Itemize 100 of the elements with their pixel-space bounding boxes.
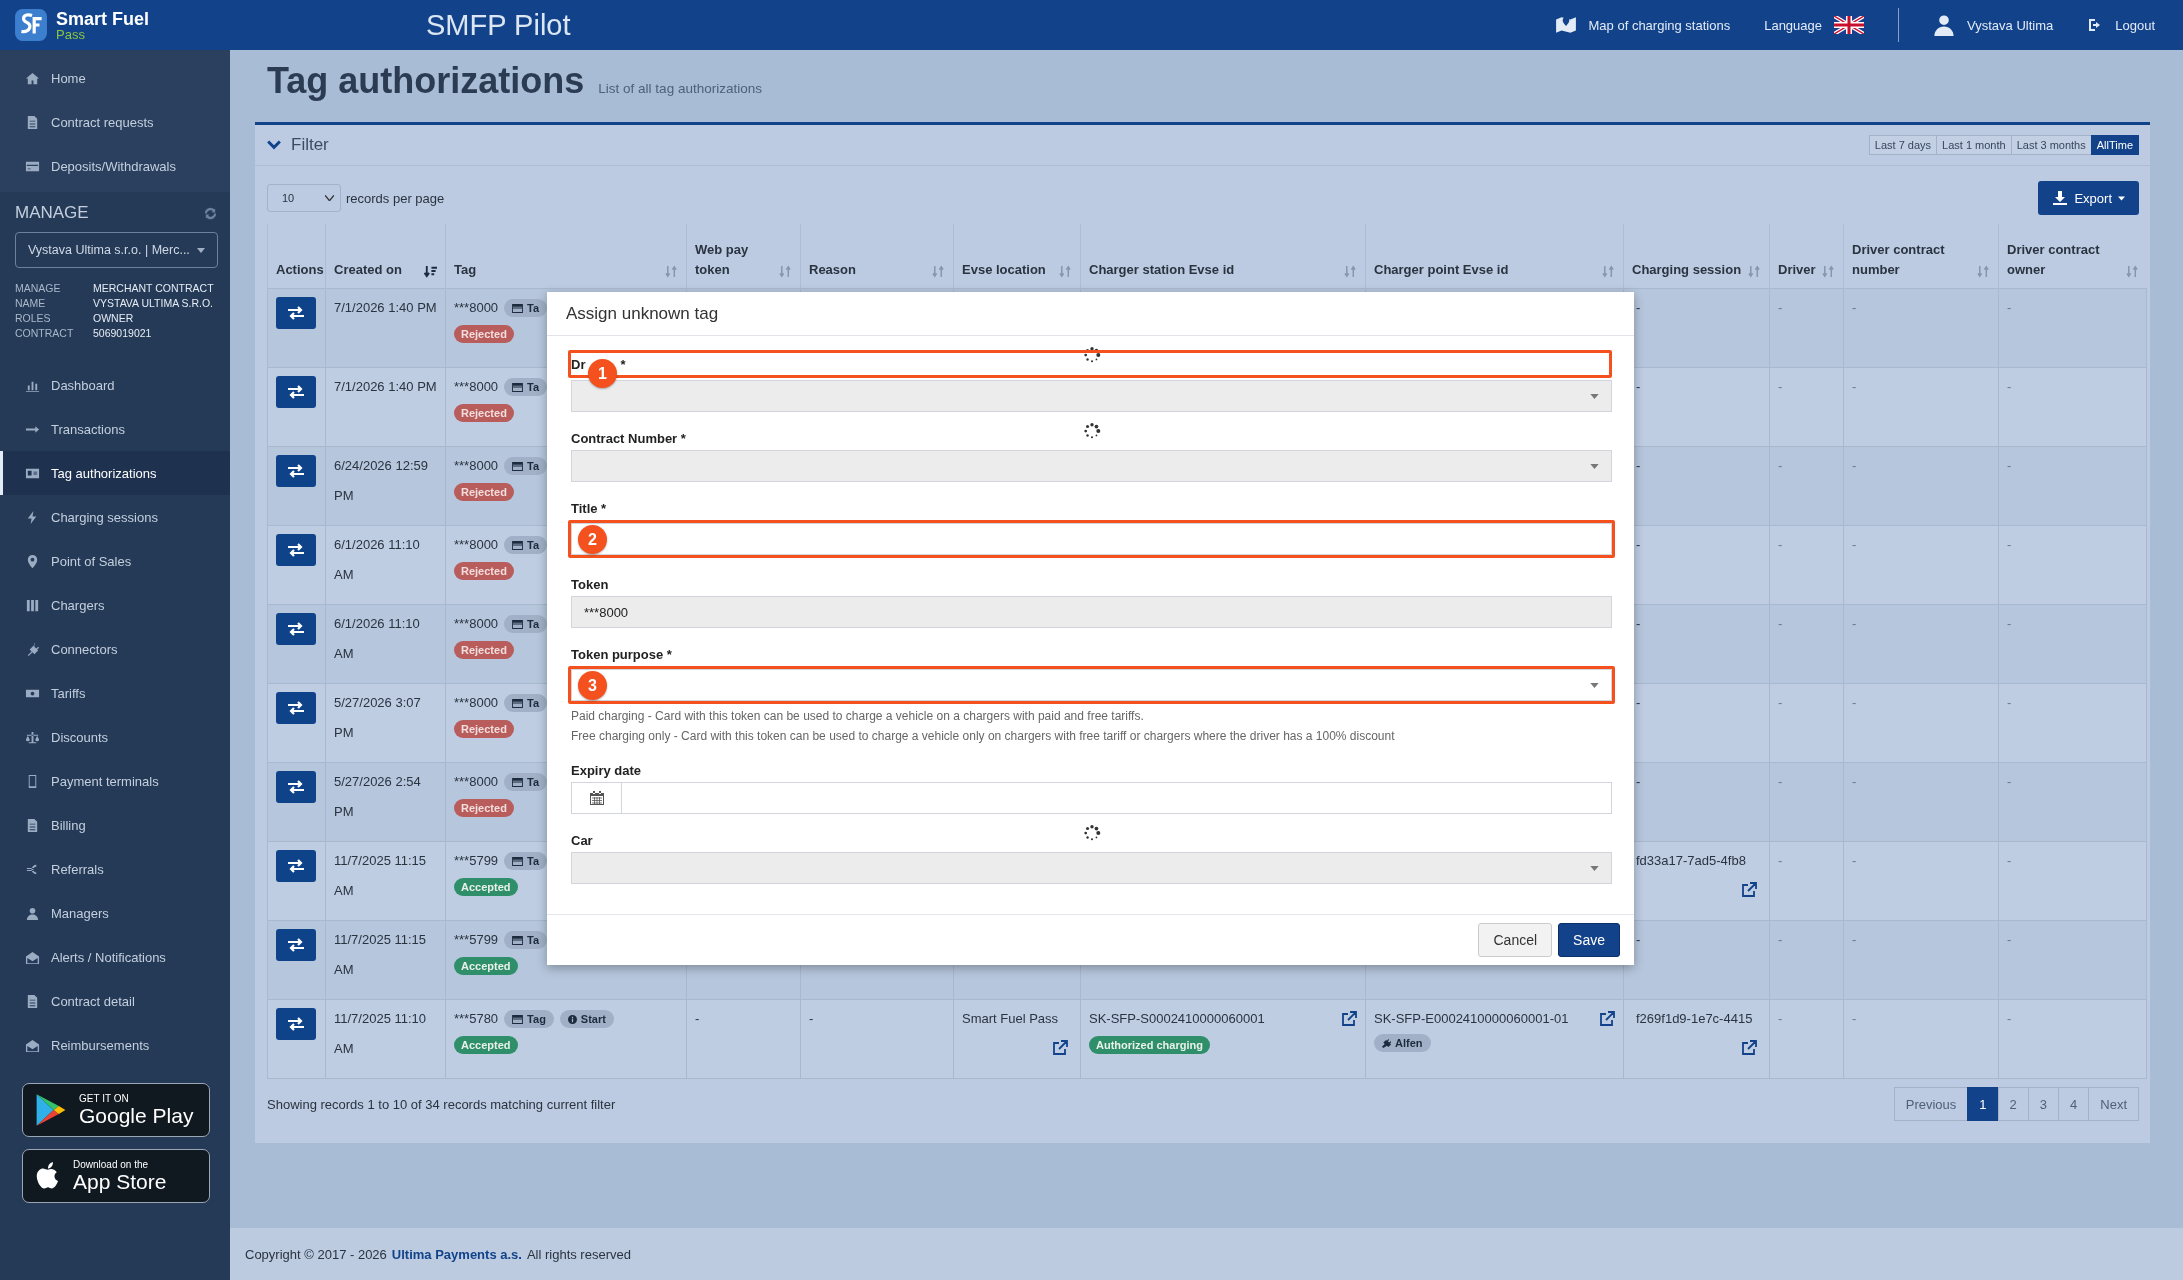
- location-pin-icon: [25, 553, 40, 569]
- plug-icon: [25, 641, 40, 657]
- rights-text: All rights reserved: [526, 1246, 631, 1262]
- sidebar-item[interactable]: Connectors: [0, 627, 230, 671]
- swap-button[interactable]: [276, 850, 316, 882]
- range-button[interactable]: Last 3 months: [2010, 135, 2092, 155]
- logo-icon: [14, 8, 48, 42]
- range-button[interactable]: Last 7 days: [1868, 135, 1938, 155]
- sidebar-item[interactable]: Point of Sales: [0, 539, 230, 583]
- sidebar-item[interactable]: Home: [0, 56, 230, 100]
- tag-number: ***8000: [454, 378, 499, 396]
- table-cell-text: -: [1852, 457, 1858, 475]
- card-icon: [512, 698, 524, 708]
- pagination-button[interactable]: Next: [2088, 1087, 2139, 1121]
- date-field[interactable]: [621, 782, 1612, 814]
- swap-button[interactable]: [276, 455, 316, 487]
- map-link[interactable]: Map of charging stations: [1554, 14, 1731, 36]
- sidebar-item[interactable]: Billing: [0, 803, 230, 847]
- date-text: 11/7/2025 11:15 AM: [334, 852, 428, 900]
- sidebar-item[interactable]: Managers: [0, 891, 230, 935]
- swap-icon: [286, 858, 306, 874]
- filter-toggle[interactable]: Filter: [267, 135, 329, 155]
- swap-button[interactable]: [276, 297, 316, 329]
- tag-number: ***8000: [454, 299, 499, 317]
- save-button[interactable]: Save: [1558, 923, 1620, 957]
- table-cell-text: -: [1852, 694, 1858, 712]
- external-link-icon[interactable]: [1052, 1040, 1068, 1056]
- page-size-label: records per page: [346, 190, 445, 206]
- tag-number: ***5780: [454, 1010, 499, 1028]
- sidebar-item[interactable]: Deposits/Withdrawals: [0, 144, 230, 188]
- cancel-button[interactable]: Cancel: [1478, 923, 1553, 957]
- swap-button[interactable]: [276, 613, 316, 645]
- sidebar-item[interactable]: Discounts: [0, 715, 230, 759]
- sidebar-item[interactable]: Chargers: [0, 583, 230, 627]
- flag-icon: [1834, 16, 1864, 34]
- swap-button[interactable]: [276, 771, 316, 803]
- range-button[interactable]: AllTime: [2090, 135, 2139, 155]
- sidebar-item[interactable]: Referrals: [0, 847, 230, 891]
- refresh-icon[interactable]: [203, 205, 218, 221]
- swap-icon: [286, 700, 306, 716]
- sidebar-item[interactable]: Tag authorizations: [0, 451, 230, 495]
- page-size-select[interactable]: 10: [267, 184, 341, 212]
- logout-link[interactable]: Logout: [2087, 17, 2155, 33]
- pagination-button[interactable]: Previous: [1893, 1087, 1969, 1121]
- pagination-button[interactable]: 1: [1967, 1087, 1999, 1121]
- external-link-icon[interactable]: [1741, 1040, 1757, 1056]
- sidebar-item[interactable]: Reimbursements: [0, 1023, 230, 1067]
- sidebar-item[interactable]: Contract detail: [0, 979, 230, 1023]
- table-cell-text: -: [1852, 1010, 1858, 1028]
- section-title: MANAGE: [15, 203, 89, 223]
- swap-button[interactable]: [276, 929, 316, 961]
- tag-chip: Ta: [504, 615, 548, 633]
- station-id: SK-SFP-S0002410000060001: [1089, 1010, 1265, 1028]
- pagination-button[interactable]: 4: [2058, 1087, 2090, 1121]
- table-cell-text: -: [1778, 536, 1784, 554]
- info-label: MANAGE: [15, 282, 62, 294]
- external-link-icon[interactable]: [1341, 1011, 1357, 1027]
- table-cell-text: -: [2007, 536, 2013, 554]
- pagination-button[interactable]: 3: [2027, 1087, 2060, 1121]
- swap-button[interactable]: [276, 376, 316, 408]
- table-cell-text: -: [2007, 694, 2013, 712]
- range-button[interactable]: Last 1 month: [1936, 135, 2012, 155]
- info-value: VYSTAVA ULTIMA S.R.O.: [93, 297, 214, 309]
- external-link-icon[interactable]: [1599, 1011, 1615, 1027]
- copyright-text: Copyright © 2017 - 2026: [245, 1246, 387, 1262]
- swap-button[interactable]: [276, 692, 316, 724]
- table-cell-text: -: [2007, 931, 2013, 949]
- table-cell-text: -: [2007, 299, 2013, 317]
- store-caption: GET IT ON: [79, 1092, 130, 1104]
- app-store-badge[interactable]: Download on the App Store: [22, 1149, 210, 1203]
- table-cell-text: -: [1852, 615, 1858, 633]
- contract-select[interactable]: Vystava Ultima s.r.o. | Merc...: [15, 232, 218, 268]
- store-name: App Store: [73, 1169, 167, 1194]
- tag-number: ***8000: [454, 694, 499, 712]
- sidebar-item[interactable]: Tariffs: [0, 671, 230, 715]
- calendar-icon: [588, 790, 605, 806]
- sidebar-item[interactable]: Transactions: [0, 407, 230, 451]
- swap-button[interactable]: [276, 1008, 316, 1040]
- pagination-button[interactable]: 2: [1997, 1087, 2029, 1121]
- sidebar-item[interactable]: Dashboard: [0, 363, 230, 407]
- sidebar-item[interactable]: Charging sessions: [0, 495, 230, 539]
- table-cell-text: -: [1778, 1010, 1784, 1028]
- calendar-button[interactable]: [571, 782, 621, 814]
- company-link[interactable]: Ultima Payments a.s.: [391, 1246, 522, 1262]
- card-icon: [512, 303, 524, 313]
- user-menu[interactable]: Vystava Ultima: [1933, 14, 2054, 36]
- sidebar-item[interactable]: Payment terminals: [0, 759, 230, 803]
- swap-icon: [286, 1016, 306, 1032]
- sidebar-item[interactable]: Contract requests: [0, 100, 230, 144]
- field-label: Token purpose *: [571, 646, 672, 662]
- caret-icon: [1590, 393, 1599, 399]
- export-button[interactable]: Export: [2038, 181, 2139, 215]
- table-cell-text: -: [2007, 1010, 2013, 1028]
- table-cell-text: -: [1852, 536, 1858, 554]
- external-link-icon[interactable]: [1741, 882, 1757, 898]
- swap-button[interactable]: [276, 534, 316, 566]
- language-selector[interactable]: Language: [1764, 16, 1864, 34]
- sidebar-item[interactable]: Alerts / Notifications: [0, 935, 230, 979]
- caret-icon: [2118, 195, 2125, 201]
- google-play-badge[interactable]: GET IT ON Google Play: [22, 1083, 210, 1137]
